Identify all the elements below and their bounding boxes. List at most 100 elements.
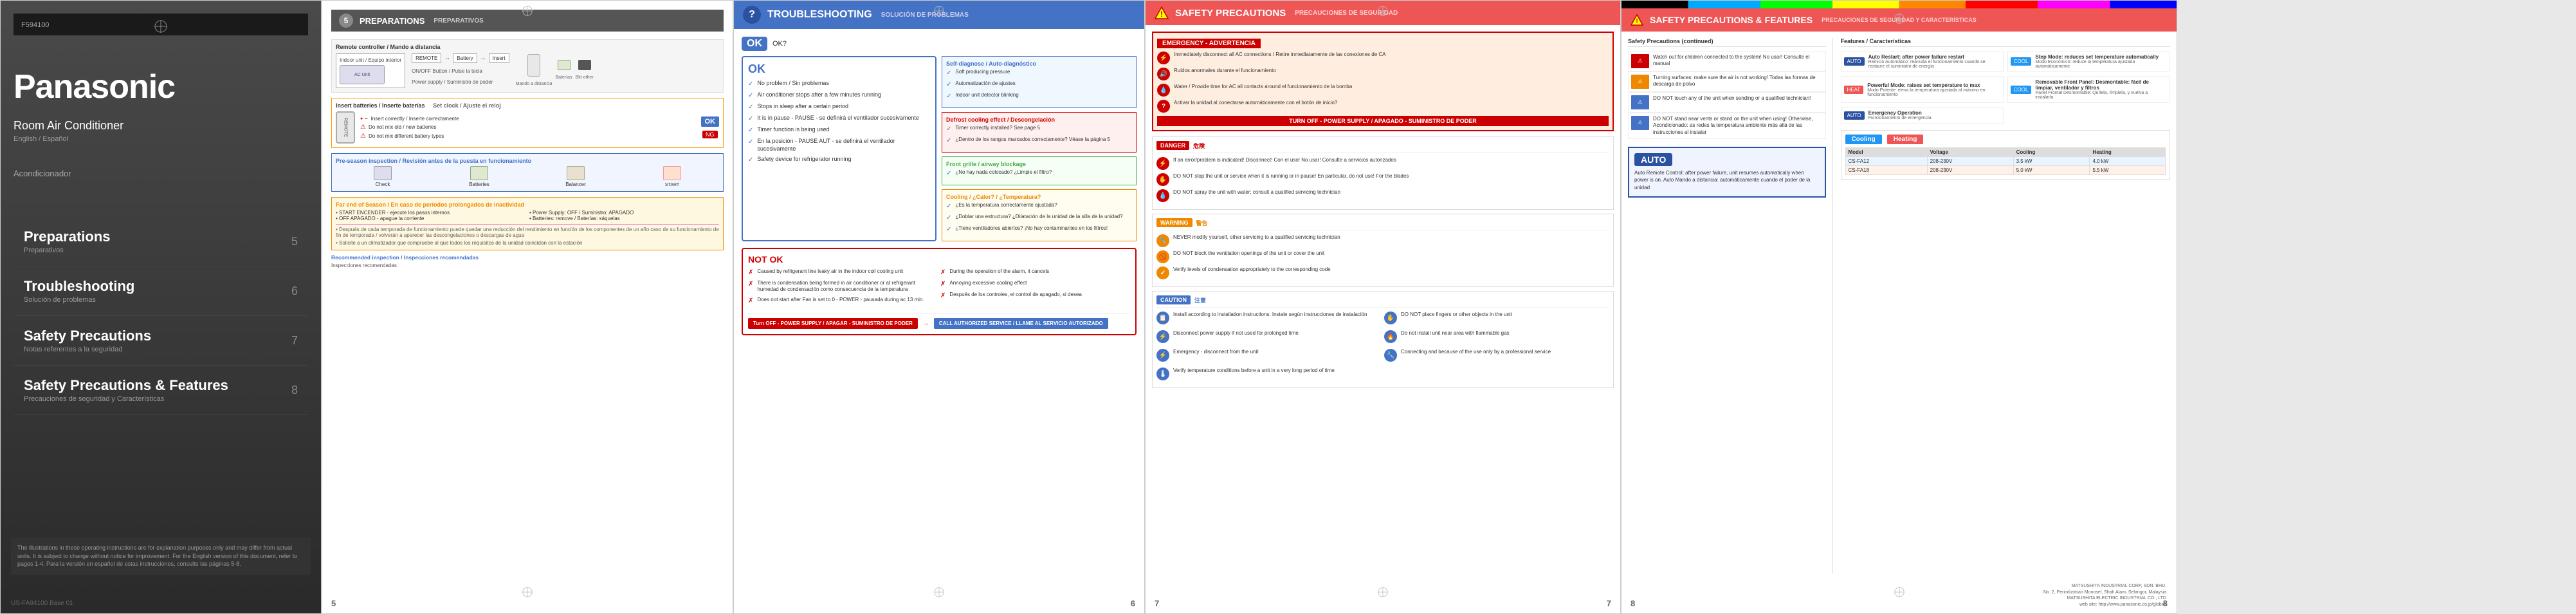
cleaning-item-1: ✓ ¿Es la temperatura correctamente ajust… <box>946 202 1132 210</box>
emergency-icon-4: ? <box>1157 100 1170 113</box>
arrow-1: → <box>444 55 450 62</box>
ok-item-3: ✓ Stops in sleep after a certain period <box>748 103 930 111</box>
sf-precautions-title: Safety Precautions (continued) <box>1628 38 1826 47</box>
warning-triangle-icon-sf: ! <box>1631 14 1643 26</box>
check-icon-c3: ✓ <box>946 225 951 234</box>
defrost-item-2: ✓ ¿Dentro de los rangos marcados correct… <box>946 136 1132 145</box>
spec-col-voltage: Voltage <box>1927 148 2013 157</box>
danger-badge: DANGER <box>1156 141 1189 150</box>
emergency-icon-3: 💧 <box>1157 84 1170 97</box>
turn-off-badge: Turn OFF - POWER SUPPLY / APAGAR - SUMIN… <box>748 318 918 329</box>
not-ok-item-6: ✗ Después de los controles, el control d… <box>940 292 1130 300</box>
cross-3: ✗ <box>748 297 753 305</box>
check-item-2: Batteries <box>432 166 526 187</box>
caution-item-1: 📋 Install according to installation inst… <box>1156 312 1382 324</box>
caution-item-2: ✋ DO NOT place fingers or other objects … <box>1384 312 1609 324</box>
blk-icon <box>578 60 591 70</box>
safety-title: SAFETY PRECAUTIONS <box>1175 8 1286 19</box>
auto-header: AUTO <box>1634 153 1820 166</box>
heating-mode-badge: Heating <box>1887 135 1924 144</box>
nav-item-safety[interactable]: Safety Precautions Notas referentes a la… <box>14 316 308 366</box>
cross-1: ✗ <box>748 268 753 277</box>
danger-sub: 危険 <box>1193 142 1205 150</box>
recommended-label: Recommended inspection / Inspecciones re… <box>331 254 724 261</box>
spec-table-section: Cooling Heating Model Voltage Cooling He… <box>1841 130 2171 180</box>
seasonal-col-1: • START ENCENDER - ejecute los pasos int… <box>336 210 525 221</box>
self-text-1: Soft producing pressure <box>955 69 1010 75</box>
seasonal-item-1: • START ENCENDER - ejecute los pasos int… <box>336 210 525 216</box>
danger-icon-1: ⚡ <box>1156 157 1169 170</box>
reg-mark-sf-top <box>1894 14 1905 24</box>
action-row: Turn OFF - POWER SUPPLY / APAGAR - SUMIN… <box>748 313 1130 329</box>
parts-icons-row: Mando a distancia Baterías Bkt other <box>516 53 594 88</box>
battery-icon-label: Baterías <box>555 75 572 80</box>
ok-badge-1: OK <box>701 116 720 127</box>
warning-header: WARNING 警告 <box>1156 218 1609 230</box>
cover-panel: F594100 Panasonic Room Air Conditioner E… <box>0 0 322 614</box>
check-icon-1 <box>374 166 392 180</box>
ok-section: OK OK? OK ✓ No problem / Sin problemas ✓… <box>742 37 1137 241</box>
ok-question: OK? <box>772 40 787 48</box>
cross-4: ✗ <box>940 268 945 277</box>
sf-precaution-1: ⚠ Watch out for children connected to th… <box>1628 51 1826 71</box>
remote-rect-icon: REMOTE <box>336 111 355 144</box>
note-box: The illustrations in these operating ins… <box>11 537 311 575</box>
part-batteries: Baterías <box>555 60 572 82</box>
check-icon-c1: ✓ <box>946 202 951 210</box>
sf-precaution-3: ⚠ DO NOT touch any of the unit when send… <box>1628 92 1826 113</box>
feature-1-label: Auto Restart: after power failure restar… <box>1868 54 2000 60</box>
sf-right-col: Features / Características AUTO Auto Res… <box>1833 38 2171 573</box>
page-num-8-right: 8 <box>2163 599 2168 608</box>
not-ok-item-1: ✗ Caused by refrigerant line leaky air i… <box>748 268 938 277</box>
ok-item-7: ✓ Safety device for refrigerator running <box>748 156 930 164</box>
emergency-item-3: 💧 Water / Provide time for AC all contac… <box>1157 84 1609 97</box>
check-icon-d2: ✓ <box>946 136 951 145</box>
not-ok-item-3: ✗ Does not start after Fan is set to 0 -… <box>748 297 938 305</box>
feature-2: COOL Step Mode: reduces set temperature … <box>2007 51 2170 72</box>
sf-body: Safety Precautions (continued) ⚠ Watch o… <box>1621 32 2177 580</box>
company-1: MATSUSHITA INDUSTRIAL CORP, SDN. BHD. <box>2043 583 2166 590</box>
ok-badges: OK NG <box>701 116 720 138</box>
nav-item-preparations[interactable]: Preparations Preparativos 5 <box>14 217 308 266</box>
ok-item-2: ✓ Air conditioner stops after a few minu… <box>748 91 930 100</box>
nav-sf-sub: Precauciones de seguridad y Característi… <box>24 395 228 403</box>
check-icon-3: ✓ <box>748 103 753 111</box>
battery-caution-1: ⚠ Do not mix old / new batteries <box>360 124 696 131</box>
spec-modes-row: Cooling Heating <box>1845 135 2166 144</box>
self-item-2: ✓ Automatización de ajustes <box>946 80 1132 89</box>
nav-item-troubleshooting[interactable]: Troubleshooting Solución de problemas 6 <box>14 266 308 316</box>
sf-icon-4: ⚠ <box>1631 116 1649 130</box>
battery-polarity: + − Insert correctly / Inserte correctam… <box>360 116 696 122</box>
filter-text-1: ¿No hay nada colocado? ¿Limpie el filtro… <box>955 169 1052 176</box>
self-diagnose-box: Self-diagnose / Auto-diagnóstico ✓ Soft … <box>942 56 1137 108</box>
nav-item-safety-features[interactable]: Safety Precautions & Features Precaucion… <box>14 366 308 415</box>
spec-r2-voltage: 208-230V <box>1927 166 2013 175</box>
battery-box: Battery <box>453 53 477 63</box>
trouble-title: TROUBLESHOOTING <box>767 9 872 21</box>
cleaning-item-2: ✓ ¿Doblar una estructura? ¿Dilatación de… <box>946 214 1132 222</box>
set-clock-label: Set clock / Ajuste el reloj <box>433 102 501 109</box>
model-code: F594100 <box>21 21 49 29</box>
cross-2: ✗ <box>748 280 753 288</box>
features-grid: AUTO Auto Restart: after power failure r… <box>1841 51 2171 124</box>
cross-5: ✗ <box>940 280 945 288</box>
spec-header-row: Model Voltage Cooling Heating <box>1845 148 2166 157</box>
caution-item-5: ⚡ Emergency - disconnect from the unit <box>1156 349 1382 362</box>
caution-item-6: 🔧 Connecting and because of the use only… <box>1384 349 1609 362</box>
warning-triangle-icon: ! <box>1155 6 1169 20</box>
brand-name: Panasonic <box>14 68 175 106</box>
feature-4: COOL Removable Front Panel: Desmontable:… <box>2007 76 2170 103</box>
spec-row-1: CS-FA12 208-230V 3.5 kW 4.0 kW <box>1845 157 2166 166</box>
caution-icon-7: 🌡 <box>1156 367 1169 380</box>
auto-section: AUTO Auto Remote Control: after power fa… <box>1628 147 1826 198</box>
reg-mark-prep <box>522 6 533 16</box>
preparations-panel: 5 PREPARATIONS PREPARATIVOS Remote contr… <box>322 0 733 614</box>
sf-icon-3: ⚠ <box>1631 95 1649 109</box>
insert-box: Insert <box>489 53 509 63</box>
seasonal-section: Far end of Season / En caso de períodos … <box>331 197 724 250</box>
cleaning-text-2: ¿Doblar una estructura? ¿Dilatación de l… <box>955 214 1122 220</box>
caution-section: CAUTION 注意 📋 Install according to instal… <box>1152 291 1614 388</box>
feature-1-desc: Reinicio Automático: reanuda el funciona… <box>1868 60 2000 69</box>
inspect-note: Inspecciones recomendadas <box>331 263 724 268</box>
feature-5-label: Emergency Operation <box>1868 110 1932 116</box>
